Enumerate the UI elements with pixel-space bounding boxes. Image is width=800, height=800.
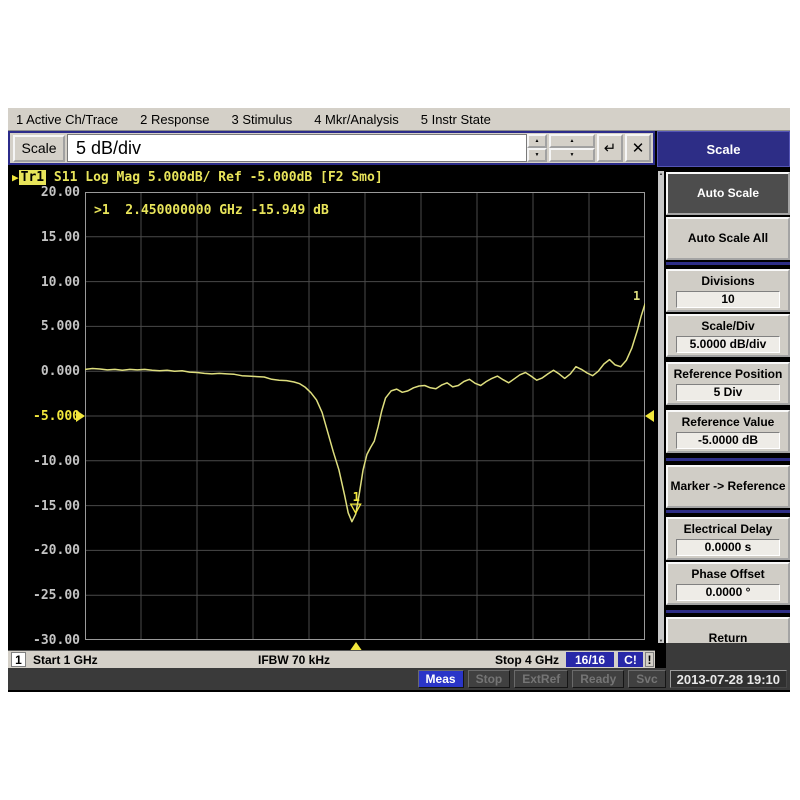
status-indicator-meas: Meas	[418, 670, 464, 688]
menu-item-response[interactable]: 2 Response	[140, 112, 209, 127]
softkey-value: 10	[676, 291, 780, 308]
enter-icon: ↵	[604, 139, 617, 157]
softkey-label: Marker -> Reference	[670, 479, 785, 494]
enter-button[interactable]: ↵	[597, 134, 623, 162]
softkey-label: Electrical Delay	[684, 522, 773, 537]
alert-badge: !	[645, 652, 654, 667]
status-indicator-stop: Stop	[468, 670, 511, 688]
y-axis-tick-label: -20.00	[22, 543, 80, 558]
reference-level-right-icon	[645, 410, 654, 422]
svg-text:1: 1	[353, 490, 360, 504]
y-axis-tick-label: 0.000	[22, 364, 80, 379]
status-indicator-extref: ExtRef	[514, 670, 568, 688]
scroll-up-icon: ▲	[659, 171, 663, 176]
y-axis-tick-label: 5.000	[22, 319, 80, 334]
softkey-electrical-delay[interactable]: Electrical Delay 0.0000 s	[666, 517, 790, 560]
trace-number-badge: Tr1	[19, 170, 46, 185]
ifbw-label: IFBW 70 kHz	[258, 653, 330, 667]
y-axis-tick-label: 10.00	[22, 275, 80, 290]
softkey-value: 0.0000 s	[676, 539, 780, 556]
y-axis-tick-label: 15.00	[22, 230, 80, 245]
softkey-scrollbar[interactable]: ▲ ▼	[658, 171, 664, 643]
softkey-reference-value[interactable]: Reference Value -5.0000 dB	[666, 410, 790, 453]
softkey-marker-reference[interactable]: Marker -> Reference	[666, 465, 790, 508]
down-arrow-icon: ▼	[570, 152, 575, 158]
channel-status-bar: 1 Start 1 GHz IFBW 70 kHz Stop 4 GHz 16/…	[8, 650, 655, 668]
menu-item-mkr-analysis[interactable]: 4 Mkr/Analysis	[314, 112, 399, 127]
softkey-auto-scale-all[interactable]: Auto Scale All	[666, 217, 790, 260]
up-arrow-icon: ▲	[535, 138, 540, 144]
softkey-buttons: Auto Scale Auto Scale All Divisions 10 Scale…	[666, 169, 790, 662]
trace-settings-text: S11 Log Mag 5.000dB/ Ref -5.000dB [F2 Sm…	[46, 170, 383, 185]
sweep-points-badge: 16/16	[566, 652, 614, 667]
softkey-reference-position[interactable]: Reference Position 5 Div	[666, 362, 790, 405]
status-indicator-svc: Svc	[628, 670, 665, 688]
softkey-label: Reference Value	[682, 415, 775, 430]
scroll-down-icon: ▼	[659, 638, 663, 643]
down-arrow-icon: ▼	[535, 152, 540, 158]
close-icon: ✕	[632, 139, 645, 157]
y-axis-tick-label: -25.00	[22, 588, 80, 603]
fine-stepper: ▲ ▼	[527, 134, 547, 162]
coarse-step-up-button[interactable]: ▲	[549, 134, 595, 148]
softkey-phase-offset[interactable]: Phase Offset 0.0000 °	[666, 562, 790, 605]
softkey-label: Auto Scale All	[688, 231, 768, 246]
softkey-label: Divisions	[701, 274, 754, 289]
softkey-label: Phase Offset	[691, 567, 764, 582]
softkey-auto-scale[interactable]: Auto Scale	[666, 172, 790, 215]
softkey-value: 5 Div	[676, 384, 780, 401]
channel-number-badge: 1	[11, 652, 26, 667]
menu-item-active[interactable]: 1 Active Ch/Trace	[16, 112, 118, 127]
menu-item-stimulus[interactable]: 3 Stimulus	[232, 112, 293, 127]
softkey-value: -5.0000 dB	[676, 432, 780, 449]
softkey-value: 0.0000 °	[676, 584, 780, 601]
menu-bar: 1 Active Ch/Trace 2 Response 3 Stimulus 4 M…	[8, 108, 790, 131]
softkey-separator	[666, 610, 790, 613]
softkey-label: Auto Scale	[697, 186, 759, 201]
softkey-menu-title: Scale	[657, 131, 790, 167]
softkey-separator	[666, 262, 790, 265]
scale-toolbar: Scale 5 dB/div ▲ ▼ ▲ ▼ ↵ ✕	[8, 131, 655, 165]
calibration-badge: C!	[618, 652, 643, 667]
marker-readout: >1 2.450000000 GHz -15.949 dB	[94, 203, 329, 218]
y-axis-tick-label: -10.00	[22, 454, 80, 469]
start-frequency-label: Start 1 GHz	[33, 653, 98, 667]
stop-frequency-label: Stop 4 GHz	[495, 653, 559, 667]
softkey-value: 5.0000 dB/div	[676, 336, 780, 353]
toolbar-scale-label: Scale	[13, 135, 65, 162]
status-indicator-ready: Ready	[572, 670, 624, 688]
svg-text:1: 1	[633, 289, 640, 303]
menu-item-instr[interactable]: 5 Instr State	[421, 112, 491, 127]
analyzer-screen: 1 Active Ch/Trace 2 Response 3 Stimulus 4 M…	[8, 108, 790, 692]
softkey-label: Reference Position	[674, 367, 783, 382]
status-indicators: MeasStopExtRefReadySvc	[418, 670, 666, 688]
coarse-step-down-button[interactable]: ▼	[549, 148, 595, 162]
y-axis-tick-label: 20.00	[22, 185, 80, 200]
trace-status-line: ▶Tr1 S11 Log Mag 5.000dB/ Ref -5.000dB […	[12, 170, 383, 185]
y-axis-tick-label: -5.000	[22, 409, 80, 424]
y-axis-tick-label: -15.00	[22, 499, 80, 514]
system-status-bar: MeasStopExtRefReadySvc 2013-07-28 19:10	[8, 668, 790, 690]
softkey-scale-div[interactable]: Scale/Div 5.0000 dB/div	[666, 314, 790, 357]
sidebar-filler	[666, 643, 790, 668]
active-trace-arrow-icon: ▶	[12, 171, 19, 184]
softkey-separator	[666, 510, 790, 513]
reference-level-left-icon	[76, 410, 85, 422]
y-axis-tick-label: -30.00	[22, 633, 80, 648]
step-up-button[interactable]: ▲	[527, 134, 547, 148]
close-button[interactable]: ✕	[625, 134, 651, 162]
measurement-plot: 11	[85, 192, 645, 640]
display-area: ▶Tr1 S11 Log Mag 5.000dB/ Ref -5.000dB […	[8, 165, 655, 650]
step-down-button[interactable]: ▼	[527, 148, 547, 162]
coarse-stepper: ▲ ▼	[549, 134, 595, 162]
softkey-sidebar: Scale ▲ ▼ Auto Scale Auto Scale All Divisi…	[657, 131, 790, 668]
up-arrow-icon: ▲	[570, 138, 575, 144]
datetime-display: 2013-07-28 19:10	[670, 670, 787, 688]
scale-entry-field[interactable]: 5 dB/div	[67, 134, 527, 162]
softkey-divisions[interactable]: Divisions 10	[666, 269, 790, 312]
softkey-separator	[666, 458, 790, 461]
softkey-label: Scale/Div	[701, 319, 754, 334]
